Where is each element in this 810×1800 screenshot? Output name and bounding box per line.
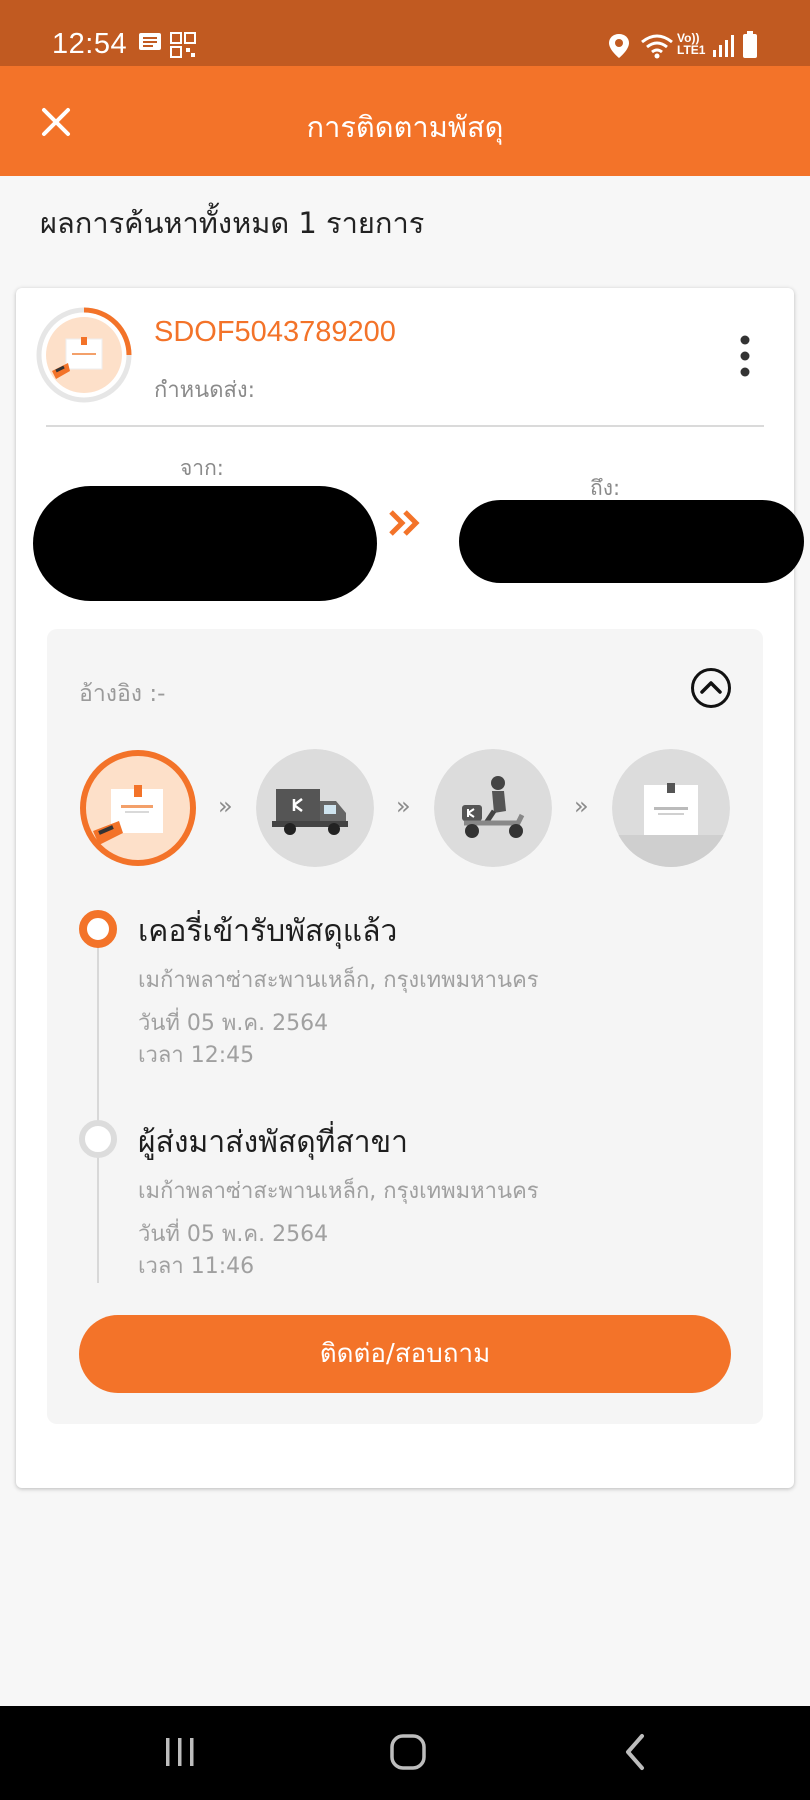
message-icon [139,33,161,50]
page-title: การติดตามพัสดุ [306,110,504,144]
timeline-line [97,947,99,1283]
double-chevron-right-icon [389,510,420,536]
scooter-icon [434,749,552,867]
step-separator-icon: » [218,792,233,820]
event-title: ผู้ส่งมาส่งพัสดุที่สาขา [138,1125,408,1160]
event-location: เมก้าพลาซ่าสะพานเหล็ก, กรุงเทพมหานคร [138,968,539,993]
reference-label: อ้างอิง :- [79,681,166,707]
wifi-icon [641,34,673,59]
results-count: ผลการค้นหาทั้งหมด 1 รายการ [40,206,425,240]
battery-icon [743,31,757,58]
step-picked-up [79,749,197,867]
chevron-up-icon[interactable] [690,667,732,709]
contact-button[interactable]: ติดต่อ/สอบถาม [79,1315,731,1393]
step-out-for-delivery [434,749,552,867]
event-location: เมก้าพลาซ่าสะพานเหล็ก, กรุงเทพมหานคร [138,1179,539,1204]
parcel-progress-avatar [36,307,132,403]
volte-icon: Vo)) LTE1 [677,32,705,56]
parcel-box-icon [612,749,730,867]
back-icon[interactable] [620,1732,650,1772]
recipient-redacted [459,500,804,583]
event-time: เวลา 11:46 [138,1254,255,1279]
qr-icon [170,32,196,58]
home-icon[interactable] [388,1732,428,1772]
step-in-transit [256,749,374,867]
status-time: 12:54 [52,28,128,60]
recent-apps-icon[interactable] [162,1732,198,1772]
signal-icon [713,35,734,57]
step-separator-icon: » [574,792,589,820]
more-options-icon[interactable] [736,334,754,378]
card-divider [46,425,764,427]
event-date: วันที่ 05 พ.ค. 2564 [138,1222,329,1247]
from-label: จาก: [180,456,224,480]
step-separator-icon: » [396,792,411,820]
event-time: เวลา 12:45 [138,1043,255,1068]
status-bar: 12:54 Vo)) LTE1 [0,0,810,66]
timeline-dot-active [79,910,117,948]
truck-icon [256,749,374,867]
due-date-label: กำหนดส่ง: [154,378,256,403]
sender-redacted [33,486,377,601]
lte-label: LTE1 [677,43,706,57]
parcel-hand-icon [80,750,196,866]
timeline-dot [79,1120,117,1158]
location-icon [609,34,629,58]
event-date: วันที่ 05 พ.ค. 2564 [138,1011,329,1036]
tracking-number[interactable]: SDOF5043789200 [154,316,396,349]
event-title: เคอรี่เข้ารับพัสดุแล้ว [138,914,398,949]
step-delivered [612,749,730,867]
